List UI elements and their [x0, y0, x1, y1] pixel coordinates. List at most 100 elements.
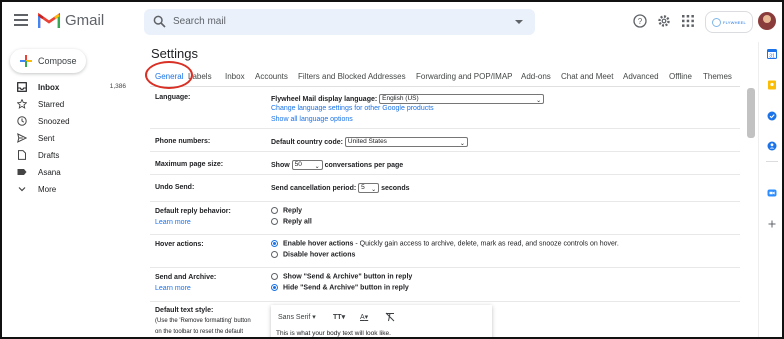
tab-advanced[interactable]: Advanced — [623, 72, 659, 81]
country-code-label: Default country code: — [271, 138, 343, 146]
side-panel: 31 — [758, 42, 782, 337]
search-icon[interactable] — [153, 15, 166, 28]
settings-tabs: General Labels Inbox Accounts Filters an… — [2, 70, 747, 86]
show-send-archive-option[interactable]: Show "Send & Archive" button in reply — [271, 273, 412, 280]
setting-label: Undo Send: — [155, 184, 195, 191]
sidebar-item-label: Snoozed — [38, 117, 70, 126]
select-caret-icon: ⌄ — [459, 141, 465, 147]
remove-formatting-icon[interactable] — [385, 312, 395, 322]
tab-offline[interactable]: Offline — [669, 72, 692, 81]
draft-icon — [18, 150, 26, 160]
add-addon-icon[interactable] — [767, 219, 777, 229]
send-archive-learn-more-link[interactable]: Learn more — [155, 285, 191, 292]
clock-icon — [17, 116, 27, 126]
sidebar-item-starred[interactable]: Starred — [2, 96, 132, 113]
search-input[interactable]: Search mail — [173, 16, 226, 27]
select-caret-icon: ⌄ — [371, 187, 377, 193]
sidebar-item-asana[interactable]: Asana — [2, 164, 132, 181]
setting-label: Default text style: — [155, 307, 214, 314]
organization-name: FLYWHEEL — [723, 20, 746, 25]
enable-hover-description: - Quickly gain access to archive, delete… — [353, 240, 619, 248]
display-language-select[interactable]: English (US) ⌄ — [379, 94, 545, 104]
page-size-prefix: Show — [271, 161, 290, 169]
setting-label: Language: — [155, 94, 191, 101]
setting-phone-numbers: Phone numbers: Default country code: Uni… — [150, 129, 740, 152]
page-size-select[interactable]: 50 ⌄ — [291, 160, 323, 170]
tab-inbox[interactable]: Inbox — [225, 72, 245, 81]
sidebar-item-snoozed[interactable]: Snoozed — [2, 113, 132, 130]
show-send-archive-label: Show "Send & Archive" button in reply — [283, 273, 413, 281]
gear-icon[interactable] — [657, 14, 671, 28]
tab-forwarding[interactable]: Forwarding and POP/IMAP — [416, 72, 512, 81]
tab-chat-and-meet[interactable]: Chat and Meet — [561, 72, 613, 81]
page-size-value: 50 — [294, 161, 302, 168]
reply-radio[interactable] — [271, 207, 278, 214]
search-options-icon[interactable] — [515, 20, 523, 24]
font-family-dropdown[interactable]: Sans Serif ▾ — [278, 313, 316, 321]
setting-send-and-archive: Send and Archive: Learn more Show "Send … — [150, 268, 740, 302]
chevron-down-icon: ▾ — [312, 314, 316, 321]
help-icon[interactable]: ? — [633, 14, 647, 28]
organization-badge[interactable]: FLYWHEEL — [705, 11, 753, 33]
app-title: Gmail — [65, 12, 105, 29]
text-color-glyph: A — [360, 314, 365, 321]
chevron-down-icon — [18, 187, 26, 192]
setting-hover-actions: Hover actions: Enable hover actions - Qu… — [150, 235, 740, 268]
disable-hover-label: Disable hover actions — [283, 251, 356, 259]
gmail-window: Gmail Search mail ? FLYWHEEL Compose Inb… — [0, 0, 784, 339]
disable-hover-option[interactable]: Disable hover actions — [271, 251, 355, 258]
keep-icon[interactable] — [767, 80, 777, 90]
undo-send-select[interactable]: 5 ⌄ — [358, 183, 380, 193]
tab-accounts[interactable]: Accounts — [255, 72, 288, 81]
reply-learn-more-link[interactable]: Learn more — [155, 219, 191, 226]
page-size-suffix: conversations per page — [324, 161, 404, 169]
organization-logo-icon — [712, 18, 721, 27]
reply-option[interactable]: Reply — [271, 207, 302, 214]
scrollbar[interactable] — [747, 88, 755, 138]
show-all-languages-link[interactable]: Show all language options — [271, 116, 353, 123]
undo-send-value: 5 — [361, 184, 365, 191]
enable-hover-option[interactable]: Enable hover actions - Quickly gain acce… — [271, 240, 619, 247]
avatar[interactable] — [758, 12, 776, 30]
text-style-preview: This is what your body text will look li… — [276, 330, 391, 337]
hide-send-archive-label: Hide "Send & Archive" button in reply — [283, 284, 409, 292]
change-language-link[interactable]: Change language settings for other Googl… — [271, 105, 434, 112]
setting-label: Send and Archive: — [155, 274, 217, 281]
setting-language: Language: Flywheel Mail display language… — [150, 88, 740, 129]
header: Gmail Search mail ? FLYWHEEL — [2, 2, 782, 42]
hide-send-archive-radio[interactable] — [271, 284, 278, 291]
reply-all-radio[interactable] — [271, 218, 278, 225]
calendar-icon[interactable]: 31 — [767, 49, 777, 59]
apps-grid-icon[interactable] — [681, 14, 695, 28]
disable-hover-radio[interactable] — [271, 251, 278, 258]
setting-label: Hover actions: — [155, 241, 204, 248]
sidebar-item-drafts[interactable]: Drafts — [2, 147, 132, 164]
enable-hover-radio[interactable] — [271, 240, 278, 247]
zoom-icon[interactable] — [767, 188, 777, 198]
sidebar-item-sent[interactable]: Sent — [2, 130, 132, 147]
compose-label: Compose — [38, 56, 77, 66]
contacts-icon[interactable] — [767, 141, 777, 151]
tab-add-ons[interactable]: Add-ons — [521, 72, 551, 81]
country-code-select[interactable]: United States ⌄ — [344, 137, 468, 147]
reply-all-option[interactable]: Reply all — [271, 218, 312, 225]
tab-themes[interactable]: Themes — [703, 72, 732, 81]
sidebar-item-label: Drafts — [38, 151, 60, 160]
setting-reply-behavior: Default reply behavior: Learn more Reply… — [150, 202, 740, 235]
gmail-logo-icon — [38, 12, 60, 28]
sidebar-item-more[interactable]: More — [2, 181, 132, 198]
country-code-value: United States — [347, 138, 387, 145]
main-menu-icon[interactable] — [14, 14, 28, 26]
font-family-value: Sans Serif — [278, 314, 311, 321]
text-color-icon[interactable]: A▾ — [360, 313, 368, 321]
country-code-row: Default country code: United States ⌄ — [271, 137, 468, 147]
tab-filters[interactable]: Filters and Blocked Addresses — [298, 72, 406, 81]
show-send-archive-radio[interactable] — [271, 273, 278, 280]
undo-send-row: Send cancellation period: 5 ⌄ seconds — [271, 183, 410, 193]
hide-send-archive-option[interactable]: Hide "Send & Archive" button in reply — [271, 284, 409, 291]
label-icon — [17, 169, 27, 175]
tasks-icon[interactable] — [767, 111, 777, 121]
font-size-icon[interactable]: TT▾ — [333, 313, 345, 321]
page-title: Settings — [151, 46, 198, 61]
search-bar[interactable]: Search mail — [144, 9, 535, 35]
